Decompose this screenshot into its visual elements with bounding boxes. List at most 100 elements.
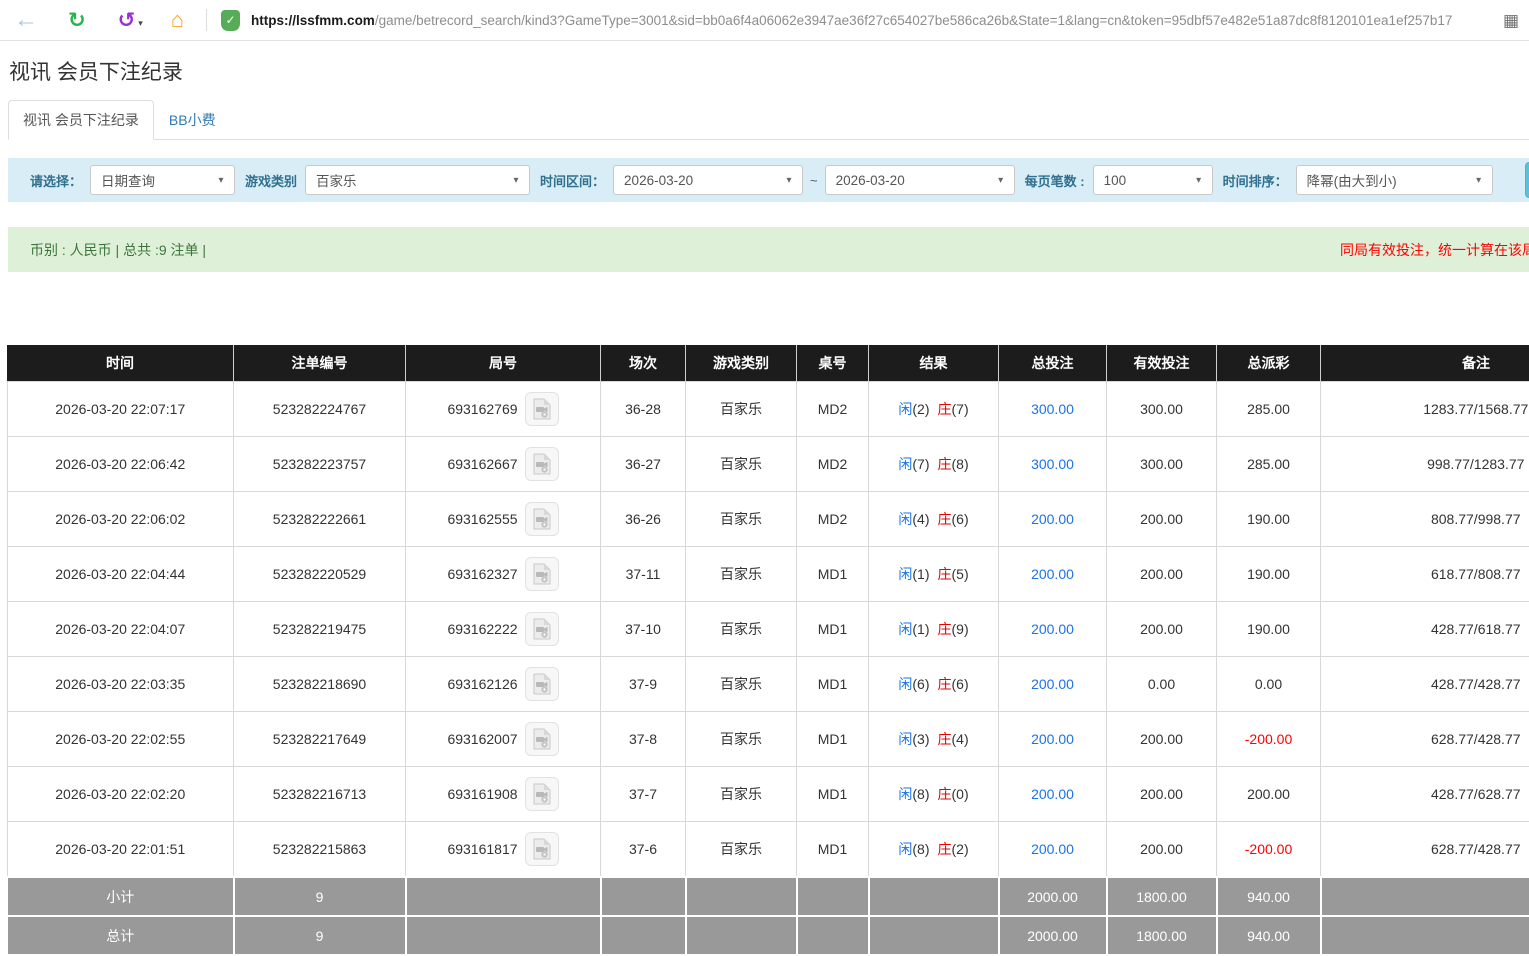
video-replay-button[interactable] <box>525 667 559 701</box>
cell-total-bet: 200.00 <box>999 602 1107 657</box>
cell-valid-bet: 200.00 <box>1107 547 1217 602</box>
total-bet-link[interactable]: 200.00 <box>1031 731 1074 747</box>
result-banker-count: (8) <box>952 456 969 472</box>
cell-remark: 628.77/428.77 <box>1321 712 1529 767</box>
footer-empty-cell <box>797 916 869 955</box>
undo-dropdown-icon[interactable]: ▾ <box>138 18 143 29</box>
result-banker-count: (4) <box>952 731 969 747</box>
home-icon[interactable]: ⌂ <box>171 9 184 31</box>
qr-code-icon[interactable]: ▦ <box>1503 12 1519 29</box>
cell-valid-bet: 200.00 <box>1107 712 1217 767</box>
cell-bet-id: 523282215863 <box>234 822 406 878</box>
cell-payout: 190.00 <box>1217 492 1321 547</box>
back-icon[interactable]: ← <box>14 8 38 32</box>
result-player-label: 闲 <box>898 731 912 747</box>
cell-session: 37-7 <box>601 767 686 822</box>
result-player-count: (6) <box>912 676 929 692</box>
video-replay-button[interactable] <box>525 777 559 811</box>
query-type-label: 请选择： <box>30 171 82 190</box>
cell-bet-id: 523282216713 <box>234 767 406 822</box>
total-bet-link[interactable]: 200.00 <box>1031 676 1074 692</box>
game-type-select[interactable]: 百家乐 ▾ <box>305 165 530 195</box>
filter-bar: 请选择： 日期查询 ▾ 游戏类别 百家乐 ▾ 时间区间： 2026-03-20 … <box>8 158 1529 202</box>
cell-result: 闲(6)庄(6) <box>869 657 999 712</box>
total-bet-link[interactable]: 300.00 <box>1031 401 1074 417</box>
cell-remark: 998.77/1283.77 <box>1321 437 1529 492</box>
result-banker-label: 庄 <box>938 786 952 802</box>
chevron-down-icon: ▾ <box>988 175 1014 186</box>
cell-bet-id: 523282219475 <box>234 602 406 657</box>
address-bar[interactable]: https://lssfmm.com/game/betrecord_search… <box>251 13 1495 28</box>
sort-value: 降幂(由大到小) <box>1297 170 1466 190</box>
cell-session: 36-27 <box>601 437 686 492</box>
video-replay-button[interactable] <box>525 722 559 756</box>
result-banker-label: 庄 <box>938 456 952 472</box>
result-banker-count: (6) <box>952 511 969 527</box>
total-bet-link[interactable]: 200.00 <box>1031 566 1074 582</box>
total-bet-link[interactable]: 200.00 <box>1031 511 1074 527</box>
cell-session: 37-6 <box>601 822 686 878</box>
video-replay-button[interactable] <box>525 502 559 536</box>
cell-payout: -200.00 <box>1217 712 1321 767</box>
refresh-icon[interactable]: ↻ <box>68 10 86 31</box>
undo-icon[interactable]: ↺ <box>118 10 136 31</box>
sort-select[interactable]: 降幂(由大到小) ▾ <box>1296 165 1493 195</box>
cell-round: 693162769 <box>406 382 601 437</box>
site-safety-shield-icon[interactable]: ✓ <box>221 10 240 31</box>
search-button[interactable] <box>1525 162 1529 198</box>
video-replay-button[interactable] <box>525 392 559 426</box>
url-path: /game/betrecord_search/kind3?GameType=30… <box>375 13 1453 28</box>
col-header-total-bet: 总投注 <box>999 345 1107 382</box>
video-replay-button[interactable] <box>525 557 559 591</box>
col-header-result: 结果 <box>869 345 999 382</box>
cell-bet-id: 523282217649 <box>234 712 406 767</box>
footer-empty-cell <box>686 916 797 955</box>
table-header: 时间 注单编号 局号 场次 游戏类别 桌号 结果 总投注 有效投注 总派彩 备注 <box>7 345 1529 382</box>
cell-table-no: MD1 <box>797 602 869 657</box>
cell-time: 2026-03-20 22:01:51 <box>7 822 234 878</box>
video-file-icon <box>533 618 551 640</box>
table-row: 2026-03-20 22:06:42 523282223757 6931626… <box>7 437 1529 492</box>
table-row: 2026-03-20 22:04:44 523282220529 6931623… <box>7 547 1529 602</box>
result-banker-count: (5) <box>952 566 969 582</box>
subtotal-row: 小计 9 2000.00 1800.00 940.00 <box>7 877 1529 916</box>
cell-round: 693161908 <box>406 767 601 822</box>
round-number: 693162007 <box>447 731 517 747</box>
subtotal-valid-bet: 1800.00 <box>1107 877 1217 916</box>
cell-game-type: 百家乐 <box>686 822 797 878</box>
footer-empty-cell <box>797 877 869 916</box>
query-type-select[interactable]: 日期查询 ▾ <box>90 165 235 195</box>
footer-empty-cell <box>1321 877 1529 916</box>
cell-time: 2026-03-20 22:04:44 <box>7 547 234 602</box>
cell-result: 闲(3)庄(4) <box>869 712 999 767</box>
total-bet-link[interactable]: 200.00 <box>1031 786 1074 802</box>
page-content: 视讯 会员下注纪录 视讯 会员下注纪录 BB小费 请选择： 日期查询 ▾ 游戏类… <box>0 56 1529 956</box>
result-player-count: (3) <box>912 731 929 747</box>
tab-bb-tip[interactable]: BB小费 <box>154 100 231 140</box>
result-player-label: 闲 <box>898 511 912 527</box>
footer-empty-cell <box>601 877 686 916</box>
cell-result: 闲(7)庄(8) <box>869 437 999 492</box>
video-replay-button[interactable] <box>525 832 559 866</box>
date-from-picker[interactable]: 2026-03-20 ▾ <box>613 165 803 195</box>
cell-payout: 200.00 <box>1217 767 1321 822</box>
result-player-count: (7) <box>912 456 929 472</box>
total-bet-link[interactable]: 200.00 <box>1031 621 1074 637</box>
grand-total-row: 总计 9 2000.00 1800.00 940.00 <box>7 916 1529 955</box>
tab-bet-records[interactable]: 视讯 会员下注纪录 <box>8 100 154 140</box>
chevron-down-icon: ▾ <box>776 175 802 186</box>
cell-total-bet: 200.00 <box>999 712 1107 767</box>
cell-table-no: MD1 <box>797 547 869 602</box>
page-title: 视讯 会员下注纪录 <box>9 56 1529 86</box>
cell-total-bet: 200.00 <box>999 547 1107 602</box>
video-replay-button[interactable] <box>525 447 559 481</box>
result-player-count: (1) <box>912 621 929 637</box>
date-to-picker[interactable]: 2026-03-20 ▾ <box>825 165 1015 195</box>
cell-table-no: MD1 <box>797 767 869 822</box>
page-size-select[interactable]: 100 ▾ <box>1093 165 1213 195</box>
total-bet-link[interactable]: 200.00 <box>1031 841 1074 857</box>
cell-round: 693161817 <box>406 822 601 878</box>
cell-round: 693162222 <box>406 602 601 657</box>
video-replay-button[interactable] <box>525 612 559 646</box>
total-bet-link[interactable]: 300.00 <box>1031 456 1074 472</box>
